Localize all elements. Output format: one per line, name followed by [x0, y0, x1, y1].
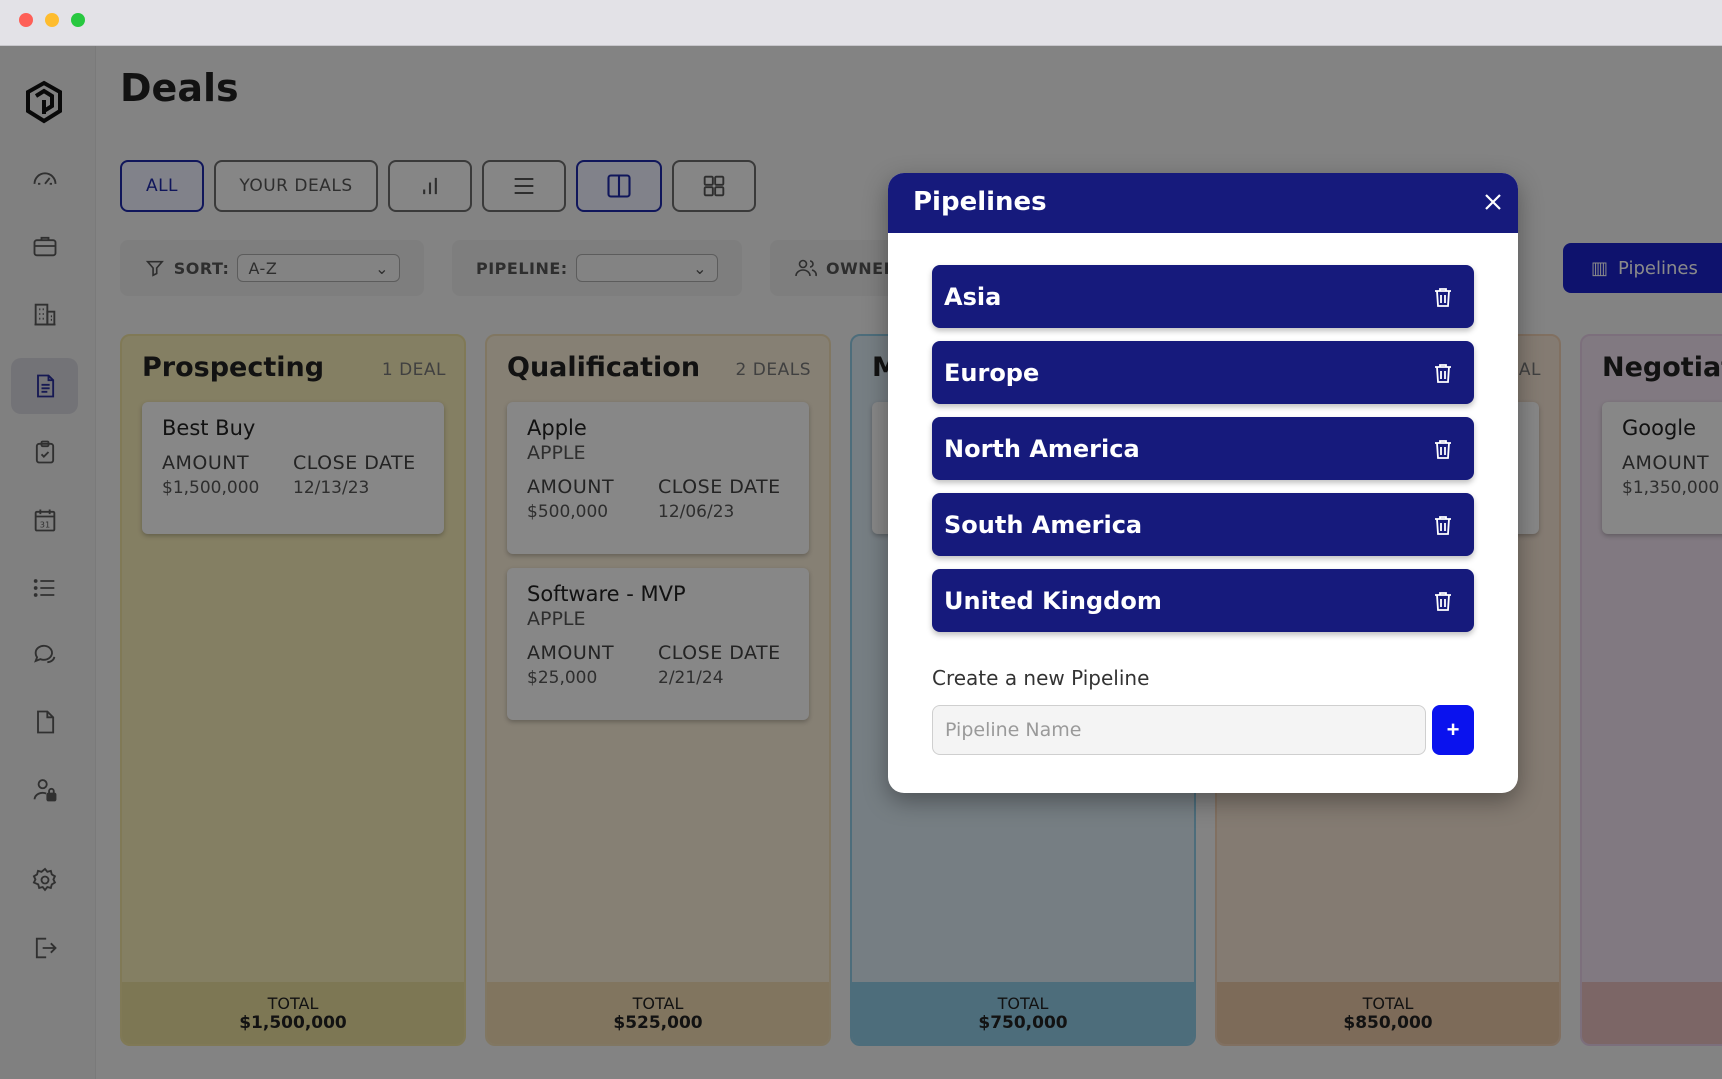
create-pipeline-label: Create a new Pipeline: [932, 666, 1150, 690]
trash-icon: [1435, 515, 1451, 535]
pipeline-name: Asia: [944, 282, 1002, 311]
pipeline-name-input[interactable]: [932, 705, 1426, 755]
trash-icon: [1435, 439, 1451, 459]
delete-pipeline-button[interactable]: [1430, 436, 1456, 462]
window-zoom-button[interactable]: [71, 13, 85, 27]
pipeline-item[interactable]: North America: [932, 417, 1474, 480]
pipeline-name: South America: [944, 510, 1143, 539]
pipeline-name: United Kingdom: [944, 586, 1162, 615]
delete-pipeline-button[interactable]: [1430, 588, 1456, 614]
pipeline-item[interactable]: United Kingdom: [932, 569, 1474, 632]
close-icon: [1485, 194, 1501, 210]
window-close-button[interactable]: [19, 13, 33, 27]
modal-title: Pipelines: [913, 187, 1047, 217]
pipeline-item[interactable]: Asia: [932, 265, 1474, 328]
trash-icon: [1435, 363, 1451, 383]
pipeline-name: Europe: [944, 358, 1040, 387]
pipeline-item[interactable]: South America: [932, 493, 1474, 556]
window-titlebar: [0, 0, 1722, 46]
delete-pipeline-button[interactable]: [1430, 512, 1456, 538]
delete-pipeline-button[interactable]: [1430, 360, 1456, 386]
add-pipeline-button[interactable]: +: [1432, 705, 1474, 755]
trash-icon: [1435, 591, 1451, 611]
pipeline-name: North America: [944, 434, 1140, 463]
modal-close-button[interactable]: [1478, 187, 1508, 217]
window-minimize-button[interactable]: [45, 13, 59, 27]
delete-pipeline-button[interactable]: [1430, 284, 1456, 310]
modal-header: Pipelines: [888, 173, 1518, 233]
trash-icon: [1435, 287, 1451, 307]
pipeline-item[interactable]: Europe: [932, 341, 1474, 404]
pipelines-modal: Pipelines Asia Europe North America Sout…: [888, 173, 1518, 793]
